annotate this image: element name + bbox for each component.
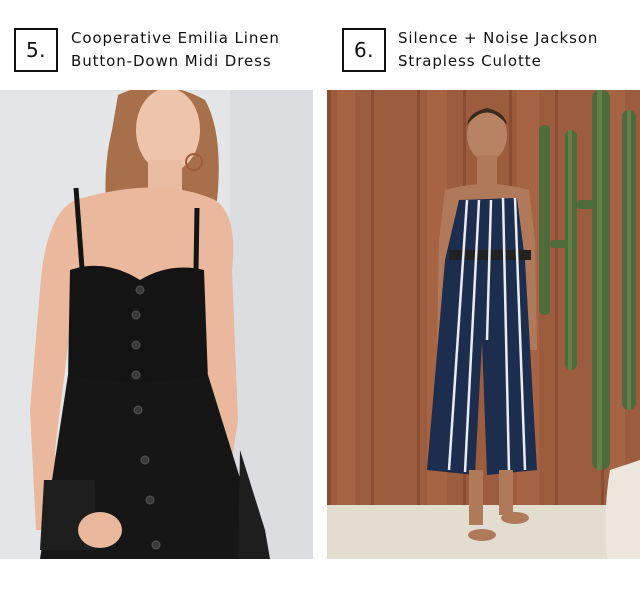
item-number: 6.: [353, 38, 375, 62]
product-photo-culotte[interactable]: [327, 90, 640, 559]
product-title-line2: Button-Down Midi Dress: [71, 52, 272, 70]
item-number-box: 6.: [342, 28, 386, 72]
item-number: 5.: [25, 38, 47, 62]
item-number-box: 5.: [14, 28, 58, 72]
product-title[interactable]: Cooperative Emilia Linen Button-Down Mid…: [71, 27, 311, 73]
product-title-line1: Cooperative Emilia Linen: [71, 29, 280, 47]
product-title-line1: Silence + Noise Jackson: [398, 29, 599, 47]
product-title[interactable]: Silence + Noise Jackson Strapless Culott…: [398, 27, 638, 73]
product-card-6[interactable]: 6. Silence + Noise Jackson Strapless Cul…: [327, 0, 640, 598]
product-title-line2: Strapless Culotte: [398, 52, 542, 70]
product-card-5[interactable]: 5. Cooperative Emilia Linen Button-Down …: [0, 0, 313, 598]
product-photo-dress[interactable]: [0, 90, 313, 559]
